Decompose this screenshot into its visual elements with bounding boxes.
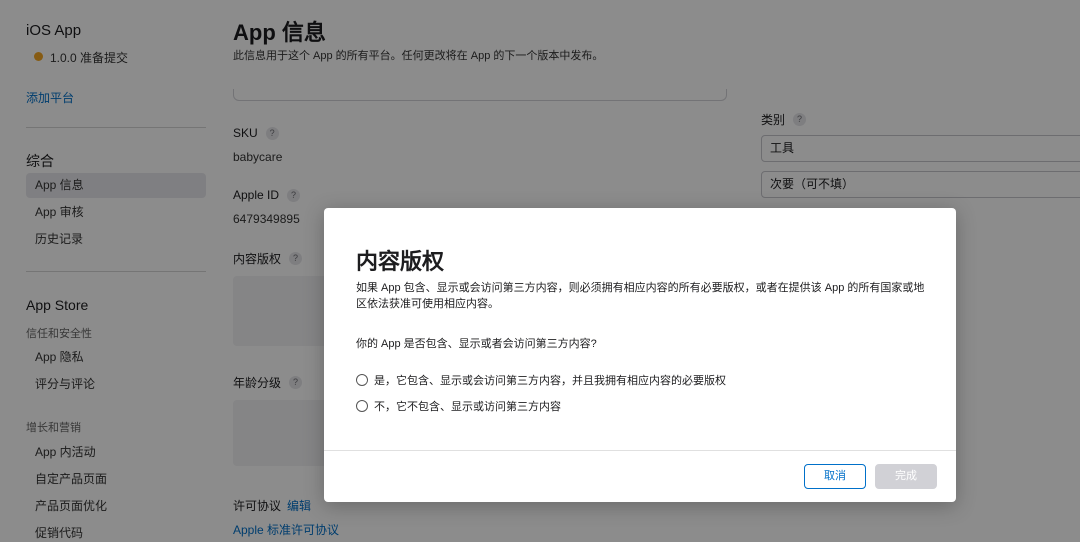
- dialog-footer-divider: [324, 450, 956, 451]
- done-button[interactable]: 完成: [875, 464, 937, 489]
- radio-yes[interactable]: [356, 374, 368, 386]
- option-yes-label: 是，它包含、显示或会访问第三方内容，并且我拥有相应内容的必要版权: [374, 375, 726, 387]
- option-yes-row[interactable]: 是，它包含、显示或会访问第三方内容，并且我拥有相应内容的必要版权: [356, 372, 726, 388]
- option-no-row[interactable]: 不，它不包含、显示或访问第三方内容: [356, 398, 561, 414]
- dialog-title: 内容版权: [356, 249, 445, 274]
- dialog-question: 你的 App 是否包含、显示或者会访问第三方内容?: [356, 338, 597, 350]
- cancel-button[interactable]: 取消: [804, 464, 866, 489]
- radio-no[interactable]: [356, 400, 368, 412]
- content-rights-dialog: 内容版权 如果 App 包含、显示或会访问第三方内容，则必须拥有相应内容的所有必…: [324, 208, 956, 502]
- option-no-label: 不，它不包含、显示或访问第三方内容: [374, 401, 561, 413]
- dialog-description: 如果 App 包含、显示或会访问第三方内容，则必须拥有相应内容的所有必要版权，或…: [356, 282, 925, 310]
